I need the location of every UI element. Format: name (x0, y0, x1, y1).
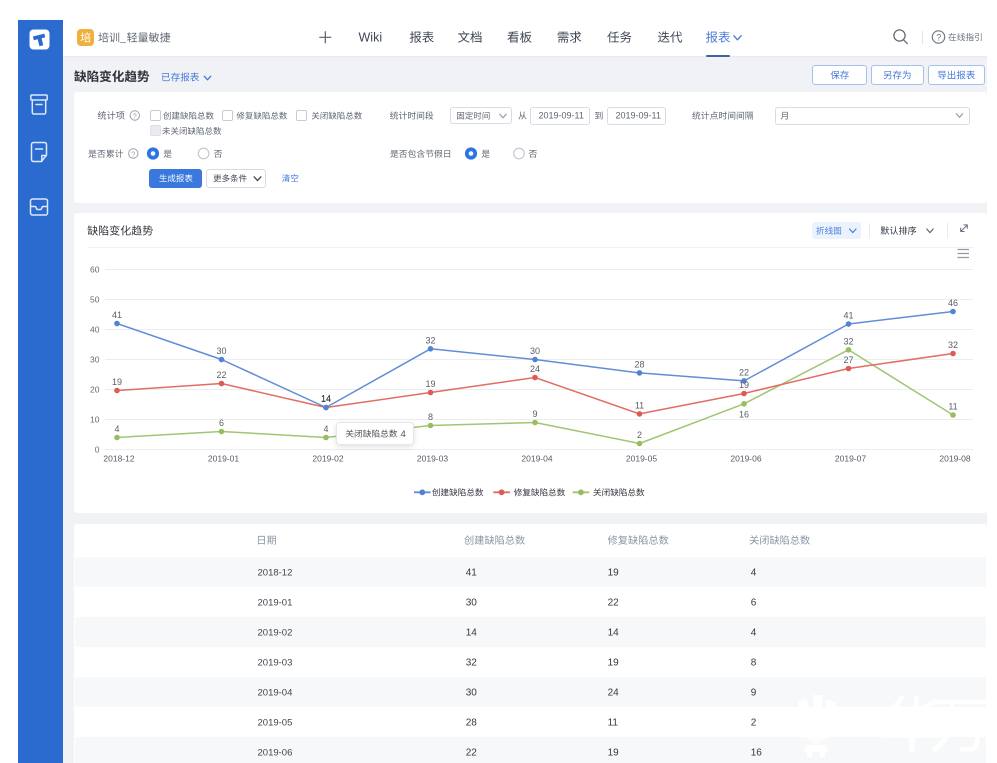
svg-text:2019-09-11: 2019-09-11 (539, 111, 584, 121)
svg-text:4: 4 (401, 429, 406, 440)
svg-text:?: ? (133, 112, 137, 121)
svg-text:?: ? (131, 150, 135, 159)
svg-text:Wiki: Wiki (359, 31, 383, 45)
svg-text:2019-09-11: 2019-09-11 (616, 111, 661, 121)
svg-text:?: ? (936, 33, 941, 43)
